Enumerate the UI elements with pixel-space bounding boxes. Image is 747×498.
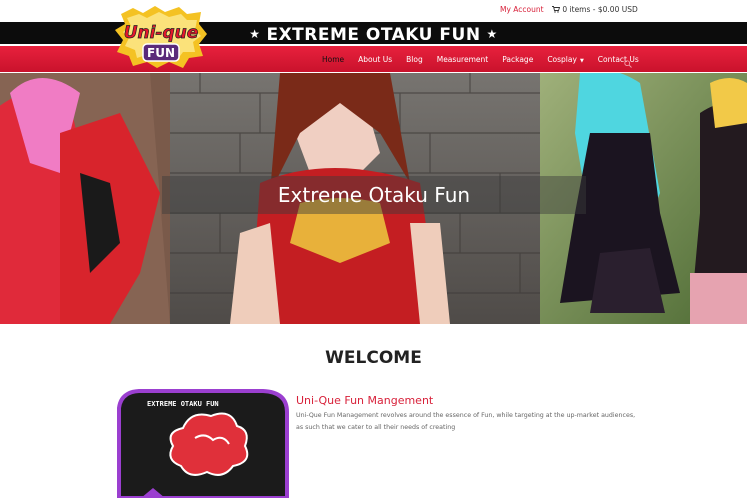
- nav-item-measurement[interactable]: Measurement: [437, 55, 489, 64]
- hero-banner: Extreme Otaku Fun: [0, 73, 747, 324]
- main-nav: Home About Us Blog Measurement Package C…: [322, 55, 653, 64]
- logo-line1: Uni-que: [124, 23, 199, 43]
- my-account-link[interactable]: My Account: [500, 5, 544, 14]
- search-icon[interactable]: [624, 55, 632, 68]
- hero-title-box: Extreme Otaku Fun: [162, 176, 586, 214]
- section-text: Uni-Que Fun Management revolves around t…: [296, 412, 636, 431]
- cart-summary: 0 items - $0.00 USD: [562, 5, 638, 14]
- star-icon: ★: [486, 27, 498, 41]
- nav-item-about-us[interactable]: About Us: [358, 55, 392, 64]
- badge-text: EXTREME OTAKU FUN: [147, 400, 219, 408]
- section-title: Uni-Que Fun Mangement: [296, 394, 434, 407]
- nav-item-blog[interactable]: Blog: [406, 55, 423, 64]
- cart-icon: [552, 5, 562, 14]
- site-logo[interactable]: Uni-que FUN: [113, 4, 209, 70]
- nav-item-cosplay-label: Cosplay: [547, 55, 577, 64]
- otaku-badge-image: EXTREME OTAKU FUN: [113, 388, 291, 498]
- nav-item-contact-us[interactable]: Contact Us: [598, 55, 639, 64]
- star-icon: ★: [249, 27, 261, 41]
- nav-item-cosplay[interactable]: Cosplay ▼: [547, 55, 583, 64]
- logo-line2: FUN: [147, 46, 175, 60]
- welcome-heading: WELCOME: [325, 348, 422, 368]
- nav-item-package[interactable]: Package: [502, 55, 533, 64]
- tagline-text: EXTREME OTAKU FUN: [266, 25, 481, 45]
- nav-item-home[interactable]: Home: [322, 55, 344, 64]
- cart-link[interactable]: 0 items - $0.00 USD: [552, 5, 638, 14]
- chevron-down-icon: ▼: [579, 58, 584, 64]
- hero-title: Extreme Otaku Fun: [277, 183, 471, 207]
